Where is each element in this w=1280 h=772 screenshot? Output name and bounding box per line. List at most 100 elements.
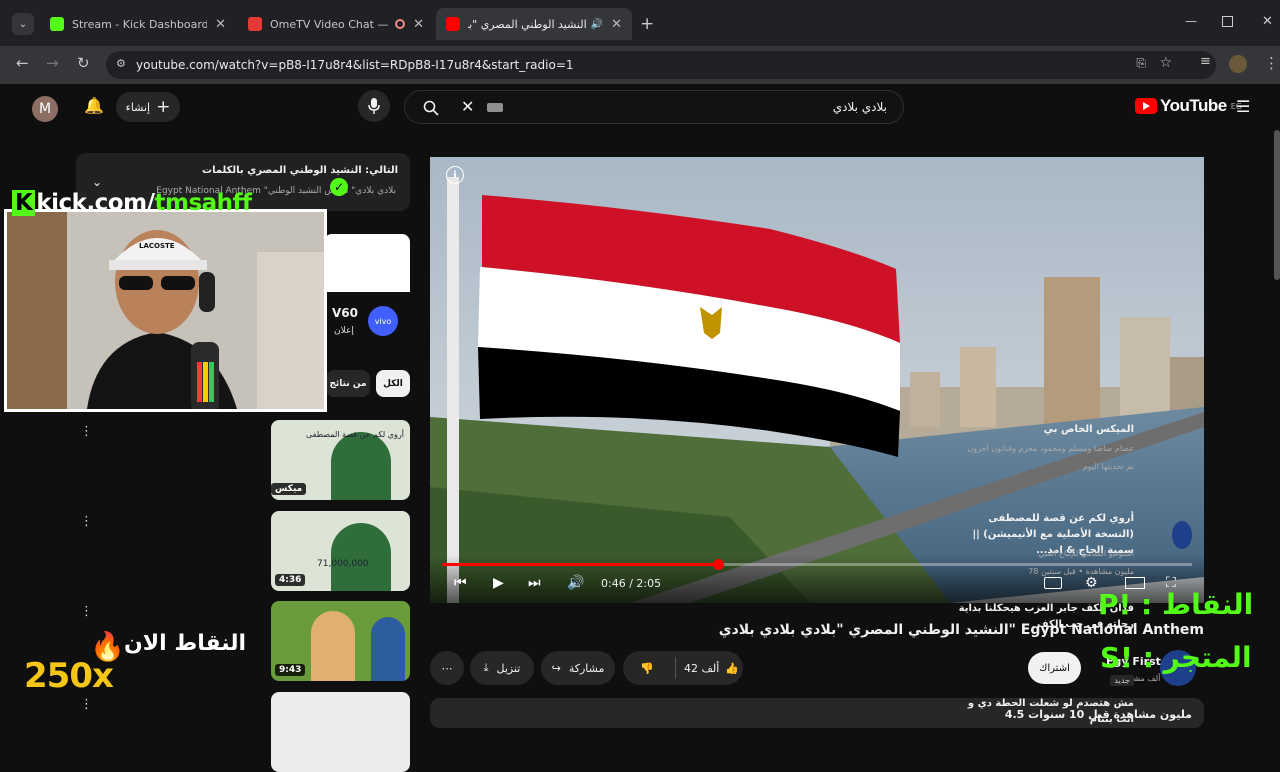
reload-icon[interactable]: ↻: [77, 54, 90, 72]
points-value: 250x: [24, 656, 114, 696]
minimize-icon[interactable]: —: [1185, 14, 1197, 28]
video-thumbnail[interactable]: [271, 692, 410, 772]
like-button[interactable]: 42 ألف 👍: [684, 662, 739, 675]
scrubber-knob[interactable]: [713, 559, 724, 570]
duration-badge: 9:43: [275, 664, 306, 676]
video-meta: تم تحديثها اليوم: [1082, 462, 1134, 471]
video-menu-icon[interactable]: ⋮: [80, 424, 93, 439]
download-icon: ⤓: [483, 661, 489, 674]
address-bar[interactable]: ⚙ youtube.com/watch?v=pB8-I17u8r4&list=R…: [106, 51, 1216, 79]
tab-search-button[interactable]: ⌄: [12, 13, 34, 35]
more-actions-button[interactable]: ⋯: [430, 651, 464, 685]
close-tab-icon[interactable]: ✕: [215, 17, 226, 32]
thumb-person: [371, 617, 405, 681]
tab-kick-dashboard[interactable]: Stream - Kick Dashboard ✕: [40, 8, 236, 40]
time-current: 0:46: [601, 577, 626, 590]
chip-from-results[interactable]: من نتائج: [326, 370, 370, 397]
settings-gear-icon[interactable]: ⚙: [1085, 575, 1098, 591]
thumb-figure: [331, 523, 391, 591]
youtube-logo[interactable]: YouTube EG: [1135, 96, 1242, 116]
youtube-play-logo-icon: [1135, 98, 1157, 114]
create-button[interactable]: إنشاء +: [116, 92, 180, 122]
previous-icon[interactable]: ⏮: [454, 575, 467, 591]
media-controls-icon[interactable]: ≡: [1200, 54, 1211, 69]
avatar[interactable]: M: [32, 96, 58, 122]
like-dislike-group: 👎 42 ألف 👍: [623, 651, 743, 685]
player-controls: ⏮ ▶ ⏭ 🔊 0:46 / 2:05 ⚙ ⛶: [430, 555, 1204, 603]
mix-badge: ميكس: [271, 483, 307, 495]
kick-icon: [50, 17, 64, 31]
forward-icon[interactable]: →: [46, 54, 59, 72]
tab-label: OmeTV Video Chat — Ome: [270, 17, 391, 31]
close-tab-icon[interactable]: ✕: [413, 17, 424, 32]
video-menu-icon[interactable]: ⋮: [80, 697, 93, 712]
video-meta: عصام صاصا ومسلم ومحمود محرم وفنانون آخرو…: [967, 444, 1134, 453]
time-total: 2:05: [636, 577, 662, 590]
video-meta: 78 مليون مشاهدة • قبل سنتين: [1028, 567, 1134, 576]
bookmark-star-icon[interactable]: ☆: [1159, 55, 1172, 71]
extension-icon[interactable]: [1229, 55, 1247, 73]
share-label: مشاركة: [568, 661, 605, 675]
microphone-icon: [368, 98, 380, 114]
browser-toolbar: ← → ↻ ⚙ youtube.com/watch?v=pB8-I17u8r4&…: [0, 46, 1280, 84]
ad-title: V60: [332, 306, 358, 320]
kick-channel-banner: Kkick.com/tmsahff: [12, 190, 252, 216]
video-thumbnail[interactable]: 9:43: [271, 601, 410, 681]
thumb-figure: [331, 432, 391, 500]
tab-youtube-active[interactable]: النشيد الوطني المصري "بلادي 🔊 ✕: [436, 8, 632, 40]
plus-icon: +: [156, 97, 171, 117]
guide-menu-icon[interactable]: ☰: [1236, 97, 1250, 116]
tab-ometv[interactable]: OmeTV Video Chat — Ome ✕: [238, 8, 434, 40]
kick-username: tmsahff: [154, 190, 252, 216]
audio-playing-icon: 🔊: [590, 18, 604, 30]
chip-label: من نتائج: [329, 378, 367, 389]
new-tab-button[interactable]: +: [640, 14, 654, 34]
restore-icon[interactable]: [1222, 16, 1233, 27]
play-icon[interactable]: ▶: [493, 575, 504, 591]
back-icon[interactable]: ←: [16, 54, 29, 72]
chip-label: الكل: [383, 378, 403, 389]
volume-icon[interactable]: 🔊: [567, 575, 584, 591]
video-title[interactable]: الميكس الخاص بي: [954, 422, 1134, 438]
ad-brand-logo[interactable]: vivo: [368, 306, 398, 336]
recording-icon: [395, 19, 406, 29]
keyboard-icon[interactable]: [487, 103, 503, 112]
close-window-icon[interactable]: ✕: [1262, 14, 1273, 29]
subscribe-label: اشتراك: [1039, 662, 1070, 674]
voice-search-button[interactable]: [358, 90, 390, 122]
youtube-header: M 🔔 إنشاء + ✕ بلادي بلادي YouTube EG ☰: [0, 84, 1280, 130]
search-icon[interactable]: [423, 100, 439, 116]
avatar-letter: M: [38, 101, 52, 117]
video-thumbnail[interactable]: أروي لكم عن قصة المصطفى ميكس: [271, 420, 410, 500]
site-info-icon[interactable]: ⚙: [116, 57, 126, 70]
thumb-person: [311, 611, 355, 681]
url-text: youtube.com/watch?v=pB8-I17u8r4&list=RDp…: [136, 58, 574, 72]
video-menu-icon[interactable]: ⋮: [80, 604, 93, 619]
collapse-chevron-icon[interactable]: ⌄: [92, 175, 102, 189]
like-count: 42 ألف: [684, 661, 720, 675]
progress-bar[interactable]: [442, 559, 1192, 570]
share-button[interactable]: ↪ مشاركة: [541, 651, 615, 685]
close-tab-icon[interactable]: ✕: [611, 17, 622, 32]
info-icon[interactable]: i: [446, 166, 464, 184]
upnext-title: التالي: النشيد الوطني المصري بالكلمات: [202, 165, 398, 176]
kick-domain: kick.com/: [36, 190, 155, 216]
browser-menu-icon[interactable]: ⋮: [1264, 54, 1279, 72]
next-icon[interactable]: ⏭: [528, 575, 541, 591]
search-query-text: بلادي بلادي: [832, 100, 887, 114]
download-button[interactable]: ⤓ تنزيل: [470, 651, 534, 685]
install-app-icon[interactable]: ⎘: [1136, 56, 1146, 71]
video-title[interactable]: مش هتصدم لو شعلت الحطة دي و انت بتنام: [954, 696, 1134, 728]
subtitles-icon[interactable]: [1044, 577, 1062, 589]
subscribe-button[interactable]: اشتراك: [1028, 652, 1081, 684]
video-menu-icon[interactable]: ⋮: [80, 514, 93, 529]
notifications-bell-icon[interactable]: 🔔: [84, 96, 104, 115]
page-scrollbar[interactable]: [1274, 130, 1280, 280]
cap-logo-text: LACOSTE: [139, 242, 175, 250]
clear-search-icon[interactable]: ✕: [461, 97, 474, 116]
thumb-text: 71,000,000: [317, 559, 369, 569]
search-input[interactable]: ✕ بلادي بلادي: [404, 90, 904, 124]
video-thumbnail[interactable]: 71,000,000 4:36: [271, 511, 410, 591]
dislike-button[interactable]: 👎: [627, 662, 667, 675]
chip-all[interactable]: الكل: [376, 370, 410, 397]
